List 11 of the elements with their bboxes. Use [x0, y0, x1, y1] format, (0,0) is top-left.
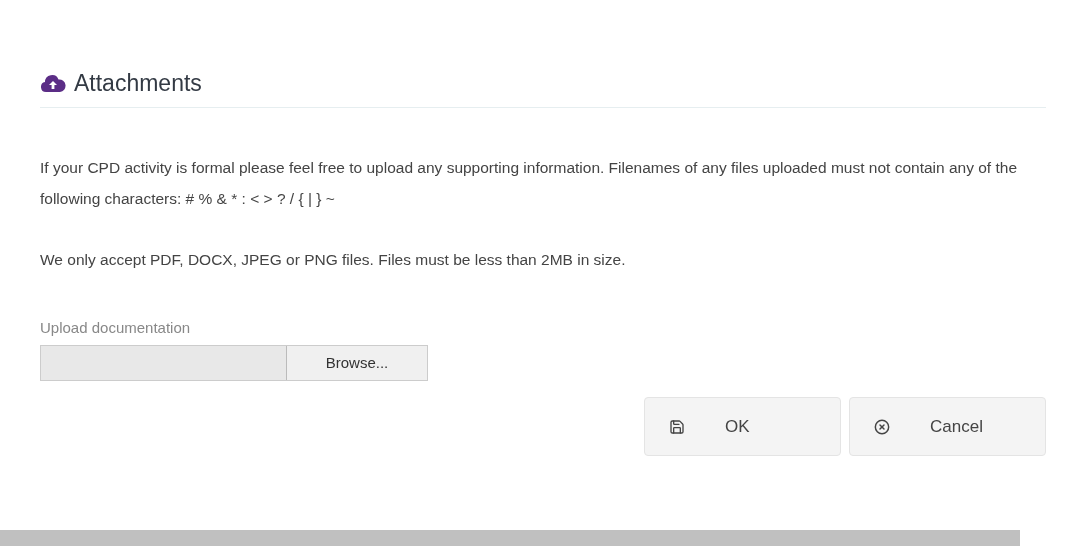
cancel-button[interactable]: Cancel: [849, 397, 1046, 456]
paragraph: We only accept PDF, DOCX, JPEG or PNG files. Files must be less than 2MB in size.: [40, 249, 627, 270]
ok-button[interactable]: OK: [644, 397, 841, 456]
file-upload-field[interactable]: Browse...: [40, 345, 428, 381]
field-label: Upload documentation: [40, 317, 192, 338]
close-icon: [874, 418, 890, 435]
cloud-upload-icon: [40, 73, 66, 94]
browse-button[interactable]: Browse...: [286, 346, 427, 380]
save-icon: [669, 418, 685, 435]
section-title: Attachments: [74, 69, 202, 98]
paragraph: If your CPD activity is formal please feel free to upload any supporting information. Filenames of any files uploaded must not contain any of the following characters: # % & * : < > ? / { | } ~: [40, 157, 1019, 209]
